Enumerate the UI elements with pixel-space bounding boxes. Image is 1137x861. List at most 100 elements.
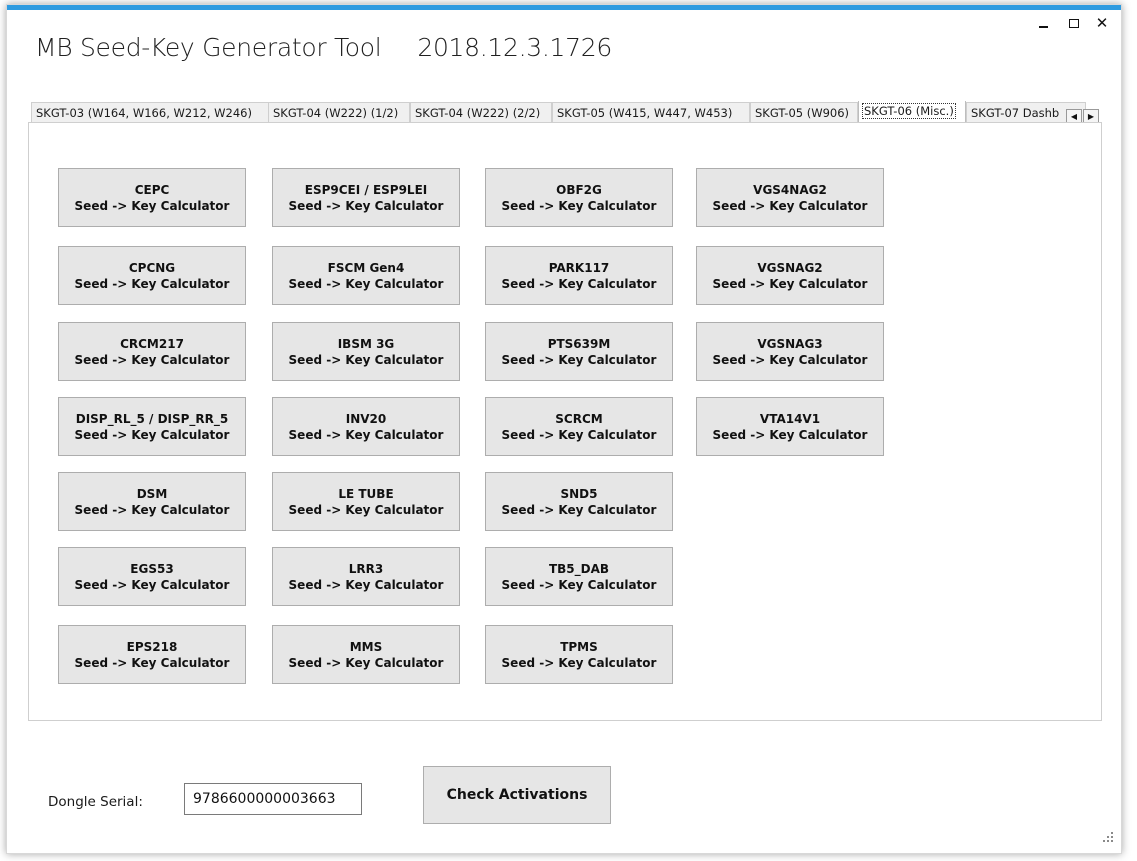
calculator-button[interactable]: EGS53 Seed -> Key Calculator (58, 547, 246, 606)
calculator-button[interactable]: LRR3 Seed -> Key Calculator (272, 547, 460, 606)
calculator-name: VGSNAG2 (757, 260, 823, 275)
calculator-button[interactable]: SCRCM Seed -> Key Calculator (485, 397, 673, 456)
calculator-caption: Seed -> Key Calculator (501, 198, 657, 213)
tab-2[interactable]: SKGT-04 (W222) (1/2) (268, 102, 410, 123)
calculator-caption: Seed -> Key Calculator (712, 198, 868, 213)
minimize-button[interactable] (1033, 13, 1053, 33)
calculator-name: CPCNG (128, 260, 176, 275)
calculator-button[interactable]: LE TUBE Seed -> Key Calculator (272, 472, 460, 531)
calculator-name: VGSNAG3 (757, 336, 823, 351)
calculator-caption: Seed -> Key Calculator (74, 352, 230, 367)
calculator-name: ESP9CEI / ESP9LEI (304, 182, 428, 197)
calculator-button[interactable]: TPMS Seed -> Key Calculator (485, 625, 673, 684)
calculator-button[interactable]: VGSNAG2 Seed -> Key Calculator (696, 246, 884, 305)
close-button[interactable]: ✕ (1092, 13, 1112, 33)
title-accent-bar (7, 5, 1121, 10)
calculator-button[interactable]: CRCM217 Seed -> Key Calculator (58, 322, 246, 381)
calculator-caption: Seed -> Key Calculator (288, 577, 444, 592)
check-activations-button[interactable]: Check Activations (423, 766, 611, 824)
calculator-name: PTS639M (547, 336, 611, 351)
calculator-button[interactable]: CEPC Seed -> Key Calculator (58, 168, 246, 227)
calculator-caption: Seed -> Key Calculator (712, 276, 868, 291)
calculator-caption: Seed -> Key Calculator (501, 655, 657, 670)
calculator-name: CEPC (134, 182, 170, 197)
calculator-caption: Seed -> Key Calculator (501, 502, 657, 517)
calculator-caption: Seed -> Key Calculator (74, 198, 230, 213)
calculator-button[interactable]: OBF2G Seed -> Key Calculator (485, 168, 673, 227)
tab-strip: SKGT-03 (W164, W166, W212, W246) SKGT-04 … (28, 101, 1100, 123)
calculator-name: SND5 (560, 486, 598, 501)
calculator-caption: Seed -> Key Calculator (288, 427, 444, 442)
window-title: MB Seed-Key Generator Tool 2018.12.3.1726 (35, 33, 612, 62)
calculator-name: OBF2G (556, 182, 602, 197)
tab-label: SKGT-05 (W906) (755, 106, 850, 120)
calculator-caption: Seed -> Key Calculator (501, 427, 657, 442)
resize-grip-icon[interactable] (1101, 830, 1115, 844)
tab-label: SKGT-07 Dashb (971, 106, 1060, 120)
calculator-name: FSCM Gen4 (327, 260, 405, 275)
calculator-button[interactable]: FSCM Gen4 Seed -> Key Calculator (272, 246, 460, 305)
close-icon: ✕ (1095, 14, 1109, 32)
calculator-name: DISP_RL_5 / DISP_RR_5 (75, 411, 229, 426)
app-title: MB Seed-Key Generator Tool (35, 33, 382, 62)
calculator-caption: Seed -> Key Calculator (74, 502, 230, 517)
calculator-caption: Seed -> Key Calculator (74, 655, 230, 670)
tab-label: SKGT-04 (W222) (2/2) (415, 106, 541, 120)
calculator-button[interactable]: DSM Seed -> Key Calculator (58, 472, 246, 531)
calculator-name: LRR3 (348, 561, 384, 576)
calculator-button[interactable]: DISP_RL_5 / DISP_RR_5 Seed -> Key Calcula… (58, 397, 246, 456)
calculator-name: INV20 (345, 411, 387, 426)
calculator-button[interactable]: VTA14V1 Seed -> Key Calculator (696, 397, 884, 456)
app-version: 2018.12.3.1726 (417, 33, 612, 62)
calculator-name: VGS4NAG2 (753, 182, 827, 197)
calculator-caption: Seed -> Key Calculator (501, 577, 657, 592)
calculator-caption: Seed -> Key Calculator (712, 427, 868, 442)
calculator-caption: Seed -> Key Calculator (74, 427, 230, 442)
calculator-caption: Seed -> Key Calculator (74, 577, 230, 592)
calculator-name: IBSM 3G (337, 336, 395, 351)
calculator-name: TPMS (560, 639, 598, 654)
maximize-icon (1069, 19, 1079, 28)
calculator-name: TB5_DAB (548, 561, 610, 576)
calculator-button[interactable]: EPS218 Seed -> Key Calculator (58, 625, 246, 684)
calculator-name: SCRCM (555, 411, 603, 426)
minimize-icon (1038, 25, 1048, 28)
calculator-button[interactable]: SND5 Seed -> Key Calculator (485, 472, 673, 531)
tab-page-skgt06: CEPC Seed -> Key Calculator CPCNG Seed -> K… (28, 122, 1102, 721)
calculator-button[interactable]: PARK117 Seed -> Key Calculator (485, 246, 673, 305)
tab-1[interactable]: SKGT-03 (W164, W166, W212, W246) (31, 102, 269, 123)
dongle-serial-input[interactable] (184, 783, 362, 815)
calculator-button[interactable]: VGSNAG3 Seed -> Key Calculator (696, 322, 884, 381)
calculator-name: EPS218 (126, 639, 178, 654)
calculator-button[interactable]: IBSM 3G Seed -> Key Calculator (272, 322, 460, 381)
calculator-caption: Seed -> Key Calculator (501, 276, 657, 291)
calculator-button[interactable]: TB5_DAB Seed -> Key Calculator (485, 547, 673, 606)
tab-4[interactable]: SKGT-05 (W415, W447, W453) (552, 102, 750, 123)
tab-label: SKGT-06 (Misc.) (862, 103, 956, 119)
calculator-caption: Seed -> Key Calculator (501, 352, 657, 367)
tab-5[interactable]: SKGT-05 (W906) (750, 102, 858, 123)
tab-6[interactable]: SKGT-06 (Misc.) (858, 101, 966, 123)
calculator-name: LE TUBE (338, 486, 394, 501)
calculator-button[interactable]: INV20 Seed -> Key Calculator (272, 397, 460, 456)
calculator-button[interactable]: PTS639M Seed -> Key Calculator (485, 322, 673, 381)
calculator-name: DSM (136, 486, 168, 501)
calculator-caption: Seed -> Key Calculator (74, 276, 230, 291)
maximize-button[interactable] (1064, 13, 1084, 33)
calculator-name: EGS53 (130, 561, 174, 576)
calculator-caption: Seed -> Key Calculator (288, 502, 444, 517)
calculator-caption: Seed -> Key Calculator (288, 352, 444, 367)
tab-label: SKGT-04 (W222) (1/2) (273, 106, 399, 120)
calculator-name: CRCM217 (120, 336, 184, 351)
calculator-name: VTA14V1 (759, 411, 821, 426)
calculator-caption: Seed -> Key Calculator (288, 276, 444, 291)
tab-3[interactable]: SKGT-04 (W222) (2/2) (410, 102, 552, 123)
calculator-caption: Seed -> Key Calculator (288, 198, 444, 213)
calculator-caption: Seed -> Key Calculator (288, 655, 444, 670)
tab-label: SKGT-05 (W415, W447, W453) (557, 106, 733, 120)
calculator-name: MMS (349, 639, 383, 654)
calculator-button[interactable]: ESP9CEI / ESP9LEI Seed -> Key Calculator (272, 168, 460, 227)
calculator-button[interactable]: VGS4NAG2 Seed -> Key Calculator (696, 168, 884, 227)
calculator-button[interactable]: MMS Seed -> Key Calculator (272, 625, 460, 684)
calculator-button[interactable]: CPCNG Seed -> Key Calculator (58, 246, 246, 305)
